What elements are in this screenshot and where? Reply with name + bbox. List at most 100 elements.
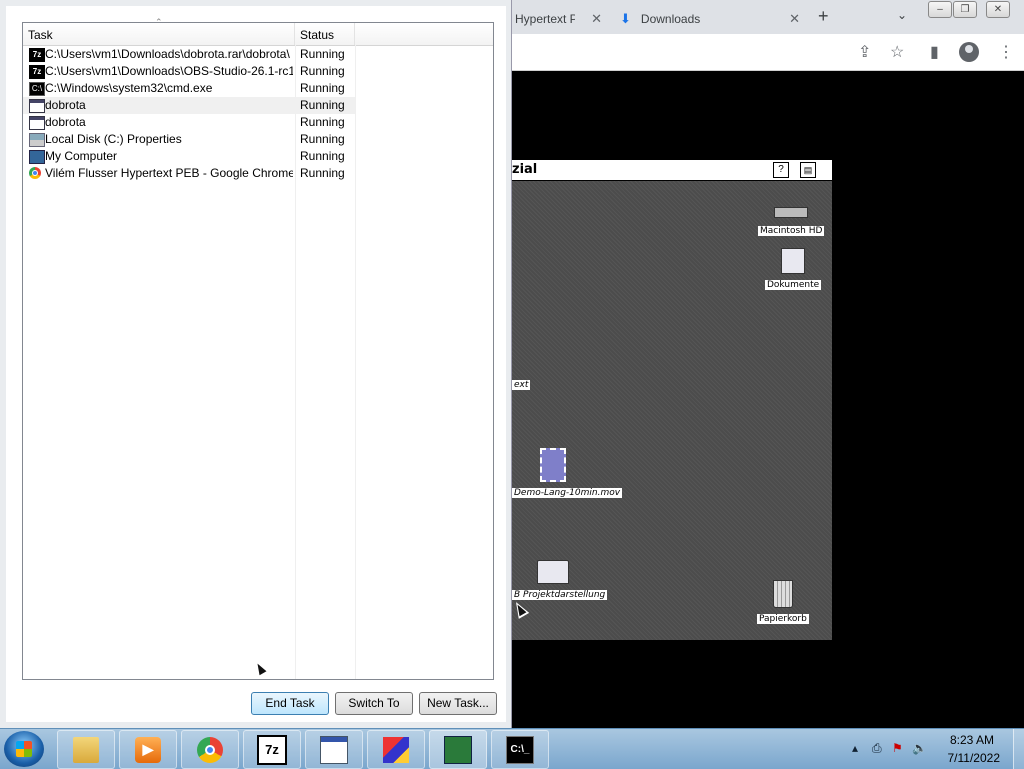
chrome-tabstrip: Hypertext P ✕ ⬇ Downloads ✕ + ⌄ – ❐ ✕ (512, 0, 1024, 34)
chrome-icon (197, 736, 223, 763)
list-header: ⌃ Task Status (23, 17, 493, 46)
table-row[interactable]: dobrota Running (23, 114, 493, 131)
folder-label: B Projektdarstellung (512, 590, 608, 600)
taskbar-7zip[interactable]: 7z (243, 730, 301, 769)
clock-time[interactable]: 8:23 AM (950, 733, 994, 747)
taskbar-application-window[interactable] (305, 730, 363, 769)
hard-disk-icon (774, 207, 809, 218)
applications-tab-panel: ⌃ Task Status 7z C:\Users\vm1\Downloads\… (6, 6, 506, 722)
task-name: Local Disk (C:) Properties (45, 132, 182, 146)
tab-downloads[interactable]: ⬇ Downloads ✕ (616, 4, 806, 34)
new-tab-button[interactable]: + (818, 6, 829, 27)
application-window-icon (29, 99, 45, 113)
task-name: My Computer (45, 149, 118, 163)
task-manager-icon (444, 735, 472, 764)
download-icon: ⬇ (620, 11, 631, 26)
table-row[interactable]: C:\ C:\Windows\system32\cmd.exe Running (23, 80, 493, 97)
window-close-button[interactable]: ✕ (986, 1, 1010, 18)
column-header-status[interactable]: Status (295, 23, 355, 45)
taskbar-task-manager[interactable] (429, 730, 487, 769)
task-list[interactable]: ⌃ Task Status 7z C:\Users\vm1\Downloads\… (22, 17, 494, 680)
table-row[interactable]: 7z C:\Users\vm1\Downloads\OBS-Studio-26.… (23, 63, 493, 80)
trash-label: Papierkorb (757, 614, 809, 624)
table-row[interactable]: dobrota Running (23, 97, 355, 114)
table-row[interactable]: Local Disk (C:) Properties Running (23, 131, 493, 148)
table-row[interactable]: 7z C:\Users\vm1\Downloads\dobrota.rar\do… (23, 46, 493, 63)
start-button[interactable] (4, 731, 44, 767)
command-prompt-icon: C:\ (29, 82, 45, 96)
hypertext-item[interactable]: ext (512, 376, 531, 390)
close-icon[interactable]: ✕ (789, 11, 800, 27)
folder-label: Dokumente (765, 280, 822, 290)
table-row[interactable]: Vilém Flusser Hypertext PEB - Google Chr… (23, 165, 493, 182)
chrome-toolbar: ⇪ ☆ ▮ ⋮ (512, 34, 1024, 71)
menu-kebab-icon[interactable]: ⋮ (998, 42, 1014, 62)
share-icon[interactable]: ⇪ (858, 42, 871, 62)
7zip-icon: 7z (29, 48, 45, 62)
taskbar-windows-explorer[interactable] (57, 730, 115, 769)
bookmark-star-icon[interactable]: ☆ (890, 42, 904, 62)
restore-button[interactable]: ❐ (953, 1, 977, 18)
mac-emulator-window: zial ? ▤ Macintosh HD Dokumente ext Demo… (512, 160, 832, 640)
task-rows: 7z C:\Users\vm1\Downloads\dobrota.rar\do… (23, 46, 493, 182)
task-name: C:\Users\vm1\Downloads\dobrota.rar\dobro… (45, 47, 290, 61)
projekt-folder[interactable]: B Projektdarstellung (512, 560, 608, 600)
taskbar-media-player[interactable]: ▶ (119, 730, 177, 769)
command-prompt-icon: C:\_ (506, 735, 534, 764)
end-task-button[interactable]: End Task (251, 692, 329, 715)
show-hidden-icons-chevron-icon[interactable]: ▴ (852, 741, 858, 755)
demo-movie-file[interactable]: Demo-Lang-10min.mov (512, 448, 623, 498)
table-row[interactable]: My Computer Running (23, 148, 493, 165)
column-header-task[interactable]: Task (23, 23, 295, 45)
switch-to-button[interactable]: Switch To (335, 692, 413, 715)
tab-hypertext[interactable]: Hypertext P ✕ (512, 4, 608, 34)
task-name: C:\Users\vm1\Downloads\OBS-Studio-26.1-r… (45, 64, 293, 78)
macintosh-hd-disk[interactable]: Macintosh HD (758, 207, 825, 236)
folder-icon (537, 560, 569, 584)
new-task-button[interactable]: New Task... (419, 692, 497, 715)
tab-search-chevron-icon[interactable]: ⌄ (897, 8, 907, 22)
task-status: Running (300, 149, 345, 163)
task-status: Running (300, 115, 345, 129)
minimize-button[interactable]: – (928, 1, 952, 18)
task-status: Running (300, 166, 345, 180)
close-icon[interactable]: ✕ (591, 11, 602, 27)
tab-title: Hypertext P (515, 12, 575, 26)
taskbar-command-prompt[interactable]: C:\_ (491, 730, 549, 769)
7zip-icon: 7z (257, 734, 287, 765)
clock-date[interactable]: 7/11/2022 (948, 751, 1001, 765)
task-status: Running (300, 98, 345, 112)
application-window-icon (320, 735, 348, 764)
movie-file-icon (540, 448, 566, 482)
disk-label: Macintosh HD (758, 226, 825, 236)
help-icon[interactable]: ? (773, 162, 789, 178)
folder-icon (73, 736, 99, 763)
application-menu-icon[interactable]: ▤ (800, 162, 816, 178)
application-window-icon (29, 116, 45, 130)
file-label: Demo-Lang-10min.mov (512, 488, 623, 498)
show-desktop-button[interactable] (1013, 729, 1024, 769)
virtualbox-icon (383, 736, 409, 763)
task-status: Running (300, 132, 345, 146)
action-center-flag-icon[interactable]: ⚑ (892, 741, 903, 755)
taskbar-google-chrome[interactable] (181, 730, 239, 769)
tab-title: Downloads (640, 12, 701, 26)
7zip-icon: 7z (29, 65, 45, 79)
notification-area: ▴ ⎙ ⚑ 🔈 8:23 AM 7/11/2022 (834, 729, 1024, 769)
taskbar-virtualbox[interactable] (367, 730, 425, 769)
dokumente-folder[interactable]: Dokumente (765, 248, 822, 290)
papierkorb-trash[interactable]: Papierkorb (757, 580, 809, 624)
my-computer-icon (29, 150, 45, 164)
task-status: Running (300, 47, 345, 61)
windows-taskbar: ▶ 7z C:\_ ▴ ⎙ ⚑ 🔈 8:23 AM 7/11/2022 (0, 728, 1024, 769)
mac-titlebar: zial ? ▤ (512, 160, 832, 181)
mac-window-title: zial (512, 162, 538, 177)
task-status: Running (300, 64, 345, 78)
trash-icon (772, 580, 793, 608)
network-icon[interactable]: ⎙ (872, 741, 882, 756)
task-name: C:\Windows\system32\cmd.exe (45, 81, 213, 95)
task-name: Vilém Flusser Hypertext PEB - Google Chr… (45, 166, 293, 180)
side-panel-icon[interactable]: ▮ (930, 42, 939, 62)
profile-avatar-icon[interactable] (959, 42, 979, 62)
volume-icon[interactable]: 🔈 (912, 741, 927, 755)
